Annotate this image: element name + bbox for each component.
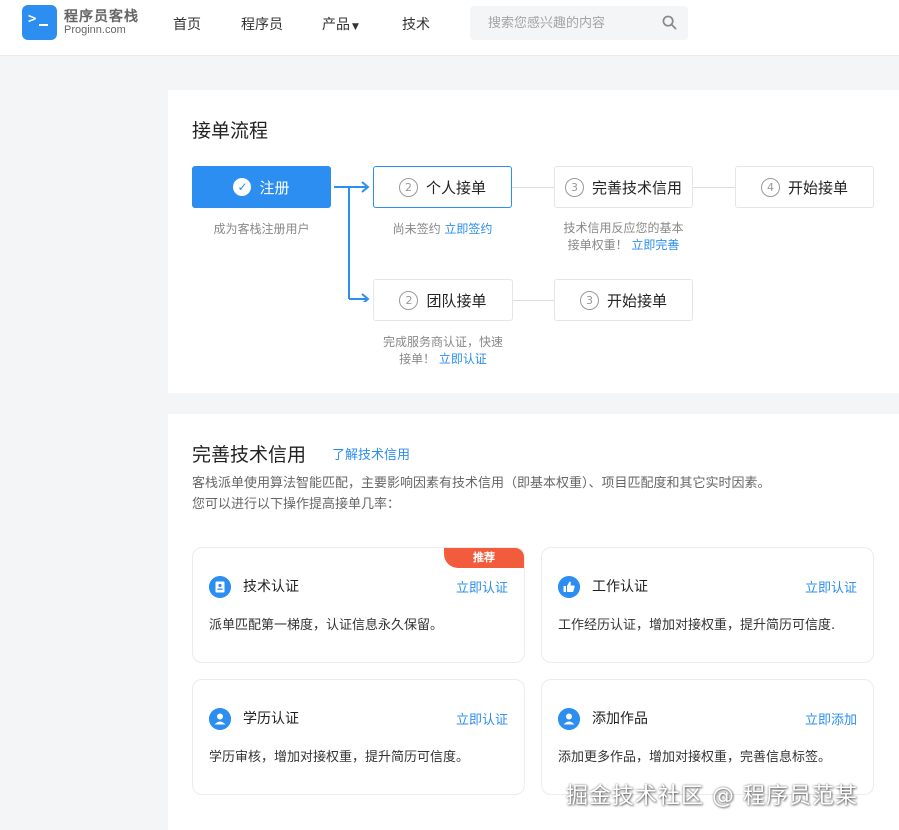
sign-now-link[interactable]: 立即签约 xyxy=(444,222,492,236)
item-title: 工作认证 xyxy=(592,579,648,595)
flow-arrows xyxy=(334,181,370,302)
certificate-icon xyxy=(209,576,231,598)
logo-title[interactable]: 程序员客栈 xyxy=(64,6,139,26)
step-number: 4 xyxy=(760,177,780,197)
step-label: 注册 xyxy=(259,178,290,197)
nav-programmers[interactable]: 程序员 xyxy=(241,14,283,34)
flow-line xyxy=(512,187,554,188)
work-certification-card: 工作认证 立即认证 工作经历认证，增加对接权重，提升简历可信度. xyxy=(541,547,874,663)
note-line: 完成服务商认证，快速 xyxy=(382,335,503,349)
certify-now-button[interactable]: 立即认证 xyxy=(456,709,508,728)
flow-line xyxy=(693,187,735,188)
process-title: 接单流程 xyxy=(192,120,269,142)
step-note: 尚未签约 立即签约 xyxy=(373,221,512,238)
order-process-card xyxy=(168,90,899,393)
step-note: 成为客栈注册用户 xyxy=(213,222,310,236)
step-note: 完成服务商认证，快速 接单！ 立即认证 xyxy=(368,334,518,368)
note-line: 接单权重！ xyxy=(567,238,628,252)
step-number: 2 xyxy=(399,290,419,310)
logo-subtitle[interactable]: Proginn.com xyxy=(64,24,126,36)
item-description: 学历审核，增加对接权重，提升简历可信度。 xyxy=(209,750,470,765)
note-line: 接单！ xyxy=(399,352,436,366)
user-icon xyxy=(558,708,580,730)
search-input[interactable] xyxy=(470,6,688,40)
education-certification-card: 学历认证 立即认证 学历审核，增加对接权重，提升简历可信度。 xyxy=(192,679,525,795)
user-icon xyxy=(209,708,231,730)
terminal-logo-icon[interactable]: > xyxy=(22,5,57,40)
certify-now-button[interactable]: 立即认证 xyxy=(805,577,857,596)
improve-now-link[interactable]: 立即完善 xyxy=(631,238,679,252)
item-description: 派单匹配第一梯度，认证信息永久保留。 xyxy=(209,618,444,633)
chevron-down-icon: ▼ xyxy=(352,22,359,32)
note-text: 尚未签约 xyxy=(392,222,441,236)
credit-description: 您可以进行以下操作提高接单几率： xyxy=(192,497,401,512)
item-description: 添加更多作品，增加对接权重，完善信息标签。 xyxy=(558,750,832,765)
tech-certification-card: 推荐 技术认证 立即认证 派单匹配第一梯度，认证信息永久保留。 xyxy=(192,547,525,663)
watermark: 掘金技术社区 @ 程序员范某 xyxy=(566,784,858,809)
item-title: 添加作品 xyxy=(592,711,648,727)
thumbs-up-icon xyxy=(558,576,580,598)
nav-home[interactable]: 首页 xyxy=(173,14,201,34)
recommended-badge: 推荐 xyxy=(444,548,524,568)
step-register[interactable]: ✓ 注册 xyxy=(192,166,331,208)
certify-now-button[interactable]: 立即认证 xyxy=(456,577,508,596)
step-number: 3 xyxy=(564,177,584,197)
step-label: 团队接单 xyxy=(426,291,487,310)
step-label: 个人接单 xyxy=(425,178,486,197)
step-team-start-order[interactable]: 3 开始接单 xyxy=(554,279,693,321)
add-now-button[interactable]: 立即添加 xyxy=(805,709,857,728)
step-personal-order[interactable]: 2 个人接单 xyxy=(373,166,512,208)
item-title: 技术认证 xyxy=(243,579,299,595)
step-note: 技术信用反应您的基本 接单权重！ 立即完善 xyxy=(548,220,699,254)
step-number: 2 xyxy=(398,177,418,197)
step-improve-credit[interactable]: 3 完善技术信用 xyxy=(554,166,693,208)
item-description: 工作经历认证，增加对接权重，提升简历可信度. xyxy=(558,618,836,633)
step-start-order[interactable]: 4 开始接单 xyxy=(735,166,874,208)
note-line: 技术信用反应您的基本 xyxy=(563,221,684,235)
step-team-order[interactable]: 2 团队接单 xyxy=(373,279,513,321)
nav-products-label: 产品 xyxy=(322,17,350,33)
step-number: 3 xyxy=(579,290,599,310)
step-label: 完善技术信用 xyxy=(591,178,682,197)
nav-products[interactable]: 产品 ▼ xyxy=(322,14,359,34)
step-label: 开始接单 xyxy=(787,178,848,197)
check-circle-icon: ✓ xyxy=(233,178,252,196)
credit-title: 完善技术信用 xyxy=(192,444,307,466)
certify-now-link[interactable]: 立即认证 xyxy=(439,352,487,366)
learn-credit-link[interactable]: 了解技术信用 xyxy=(332,444,410,463)
top-navbar: > 程序员客栈 Proginn.com 首页 程序员 产品 ▼ 技术 xyxy=(0,0,899,56)
flow-line xyxy=(513,300,554,301)
credit-description: 客栈派单使用算法智能匹配，主要影响因素有技术信用（即基本权重）、项目匹配度和其它… xyxy=(192,476,771,491)
search-icon[interactable] xyxy=(662,15,677,30)
nav-tech[interactable]: 技术 xyxy=(402,14,430,34)
item-title: 学历认证 xyxy=(243,711,299,727)
step-label: 开始接单 xyxy=(606,291,667,310)
